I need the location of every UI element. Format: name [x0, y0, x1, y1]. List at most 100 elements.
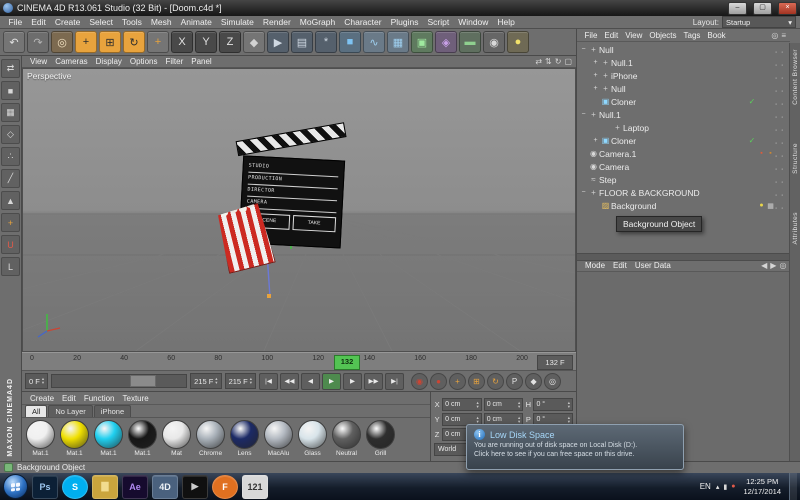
visibility-dots[interactable]: [775, 175, 789, 185]
menu-item[interactable]: Mesh: [146, 17, 176, 27]
object-name[interactable]: Camera: [599, 162, 629, 172]
notification-title[interactable]: Low Disk Space: [490, 430, 555, 440]
menu-item[interactable]: File: [4, 17, 27, 27]
tab-no-layer[interactable]: No Layer: [48, 405, 93, 417]
visibility-dots[interactable]: [775, 110, 789, 120]
menu-item[interactable]: Tools: [118, 17, 147, 27]
workplane-mode-icon[interactable]: ◇: [1, 125, 20, 144]
object-tag-icon[interactable]: ▪: [766, 150, 775, 157]
last-tool-icon[interactable]: +: [147, 31, 169, 53]
environment-floor-icon[interactable]: ▬: [459, 31, 481, 53]
object-row[interactable]: ▣ Cloner ✓: [577, 95, 789, 108]
object-name[interactable]: Cloner: [611, 97, 636, 107]
lock-workplane-icon[interactable]: L: [1, 257, 20, 276]
taskbar-firefox-icon[interactable]: F: [212, 474, 238, 499]
lock-y-axis-icon[interactable]: Y: [195, 31, 217, 53]
enabled-check-icon[interactable]: ✓: [747, 136, 757, 145]
material-item[interactable]: Mat.1: [126, 420, 159, 457]
attr-search-icon[interactable]: ◎: [779, 261, 786, 270]
frame-slider[interactable]: [51, 374, 188, 388]
range-end-field[interactable]: 215 F ▴ ▾: [190, 373, 222, 389]
menu-item[interactable]: Help: [493, 17, 519, 27]
object-row[interactable]: ◉ Camera.1 ▪ ▪: [577, 147, 789, 160]
edges-mode-icon[interactable]: ╱: [1, 169, 20, 188]
object-tag-icon[interactable]: ▪: [757, 150, 766, 157]
material-thumbnail[interactable]: [128, 420, 157, 449]
position-field[interactable]: 0 cm▴▾: [442, 398, 482, 411]
taskbar-after-effects-icon[interactable]: Ae: [122, 474, 148, 499]
rotation-field[interactable]: 0 °▴▾: [533, 398, 573, 411]
material-thumbnail[interactable]: [298, 420, 327, 449]
expand-toggle-icon[interactable]: +: [591, 85, 600, 92]
visibility-dots[interactable]: [775, 201, 789, 211]
scale-tool-icon[interactable]: ⊞: [99, 31, 121, 53]
taskbar-clock[interactable]: 12:25 PM 12/17/2014: [743, 477, 781, 496]
visibility-dots[interactable]: [775, 123, 789, 133]
object-tag-icon[interactable]: ▦: [766, 202, 775, 210]
object-row[interactable]: − + Null.1: [577, 108, 789, 121]
object-row[interactable]: ◉ Camera: [577, 160, 789, 173]
viewport-menu-item[interactable]: Cameras: [51, 57, 91, 66]
object-name[interactable]: Null.1: [611, 58, 633, 68]
object-name[interactable]: Camera.1: [599, 149, 636, 159]
visibility-dots[interactable]: [775, 97, 789, 107]
coordinate-system-icon[interactable]: ◆: [243, 31, 265, 53]
tray-action-center-icon[interactable]: ●: [731, 483, 735, 491]
visibility-dots[interactable]: [775, 136, 789, 146]
viewport-view-label[interactable]: Perspective: [27, 71, 71, 81]
notification-line2[interactable]: Click here to see if you can free space …: [474, 451, 676, 458]
texture-mode-icon[interactable]: ▦: [1, 103, 20, 122]
viewport-menu-item[interactable]: Panel: [187, 57, 215, 66]
visibility-dots[interactable]: [775, 71, 789, 81]
menu-item[interactable]: Plugins: [386, 17, 423, 27]
undo-icon[interactable]: ↶: [3, 31, 25, 53]
polygons-mode-icon[interactable]: ▲: [1, 191, 20, 210]
expand-toggle-icon[interactable]: −: [579, 46, 588, 53]
object-row[interactable]: + ▣ Cloner ✓: [577, 134, 789, 147]
material-thumbnail[interactable]: [332, 420, 361, 449]
language-indicator[interactable]: EN: [700, 482, 711, 491]
solo-button[interactable]: ◎: [544, 372, 562, 390]
om-filter-icon[interactable]: ≡: [781, 31, 786, 40]
side-tab[interactable]: Content Browser: [792, 49, 799, 105]
spline-pen-icon[interactable]: ∿: [363, 31, 385, 53]
viewport-menu-item[interactable]: Filter: [161, 57, 187, 66]
material-thumbnail[interactable]: [264, 420, 293, 449]
layout-select[interactable]: Startup ▾: [722, 16, 796, 28]
render-picture-viewer-icon[interactable]: ▤: [291, 31, 313, 53]
visibility-dots[interactable]: [775, 84, 789, 94]
show-desktop-button[interactable]: [789, 473, 797, 500]
enable-axis-icon[interactable]: +: [1, 213, 20, 232]
visibility-dots[interactable]: [775, 45, 789, 55]
material-thumbnail[interactable]: [162, 420, 191, 449]
tray-show-hidden-icon[interactable]: ▴: [716, 483, 720, 491]
record-keyframe-button[interactable]: ◉: [411, 372, 429, 390]
taskbar-media-player-icon[interactable]: ▶: [182, 474, 208, 499]
object-tag-icon[interactable]: ●: [757, 202, 766, 209]
tab-all[interactable]: All: [25, 405, 48, 417]
add-primitive-cube-icon[interactable]: ■: [339, 31, 361, 53]
autokey-button[interactable]: ●: [430, 372, 448, 390]
object-row[interactable]: + + Null.1: [577, 56, 789, 69]
record-rotation-button[interactable]: ↻: [487, 372, 505, 390]
go-to-end-button[interactable]: ▶|: [385, 372, 405, 390]
expand-toggle-icon[interactable]: +: [591, 72, 600, 79]
timeline-end-frame-field[interactable]: 132 F: [537, 355, 573, 370]
points-mode-icon[interactable]: ∴: [1, 147, 20, 166]
attr-back-icon[interactable]: ◀: [761, 261, 767, 270]
material-thumbnail[interactable]: [94, 420, 123, 449]
taskbar-explorer-icon[interactable]: ▇: [92, 474, 118, 499]
record-scale-button[interactable]: ⊞: [468, 372, 486, 390]
material-item[interactable]: Mat.1: [92, 420, 125, 457]
taskbar-app-121-icon[interactable]: 121: [242, 474, 268, 499]
menu-item[interactable]: Create: [50, 17, 85, 27]
material-thumbnail[interactable]: [196, 420, 225, 449]
low-disk-space-notification[interactable]: i Low Disk Space You are running out of …: [466, 424, 684, 470]
record-position-button[interactable]: +: [449, 372, 467, 390]
object-name[interactable]: iPhone: [611, 71, 637, 81]
object-row[interactable]: + Laptop: [577, 121, 789, 134]
menu-item[interactable]: MoGraph: [295, 17, 339, 27]
expand-toggle-icon[interactable]: −: [579, 111, 588, 118]
object-name[interactable]: Cloner: [611, 136, 636, 146]
material-menu-item[interactable]: Texture: [119, 394, 153, 403]
